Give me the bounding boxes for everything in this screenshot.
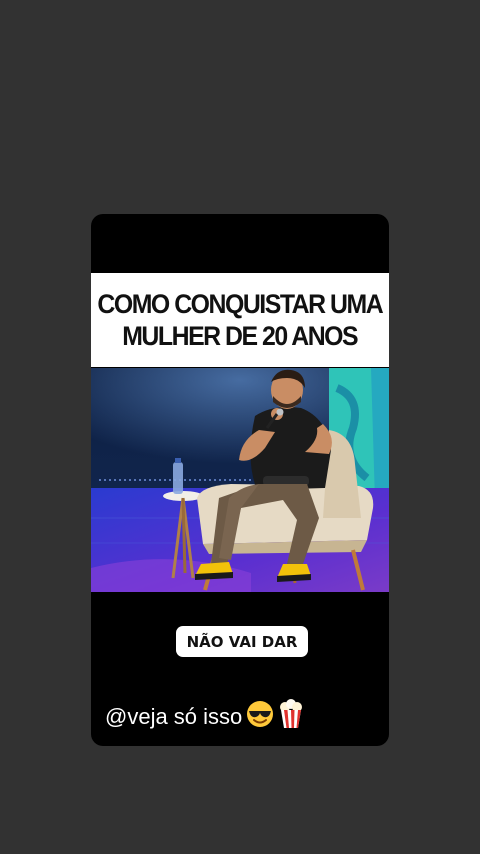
mention-text: @veja só isso — [105, 704, 243, 729]
story-card[interactable]: COMO CONQUISTAR UMA MULHER DE 20 ANOS NÃ… — [91, 214, 389, 746]
caption-label: NÃO VAI DAR — [176, 626, 308, 657]
video-frame[interactable] — [91, 368, 389, 592]
stage-scene-image — [91, 368, 389, 592]
popcorn-icon — [278, 699, 304, 735]
video-title-band: COMO CONQUISTAR UMA MULHER DE 20 ANOS — [91, 273, 389, 367]
smiling-face-with-sunglasses-icon — [246, 700, 274, 734]
mention-sticker[interactable]: @veja só isso — [105, 699, 304, 735]
title-line-1: COMO CONQUISTAR UMA — [97, 289, 384, 319]
title-line-2: MULHER DE 20 ANOS — [122, 321, 359, 351]
